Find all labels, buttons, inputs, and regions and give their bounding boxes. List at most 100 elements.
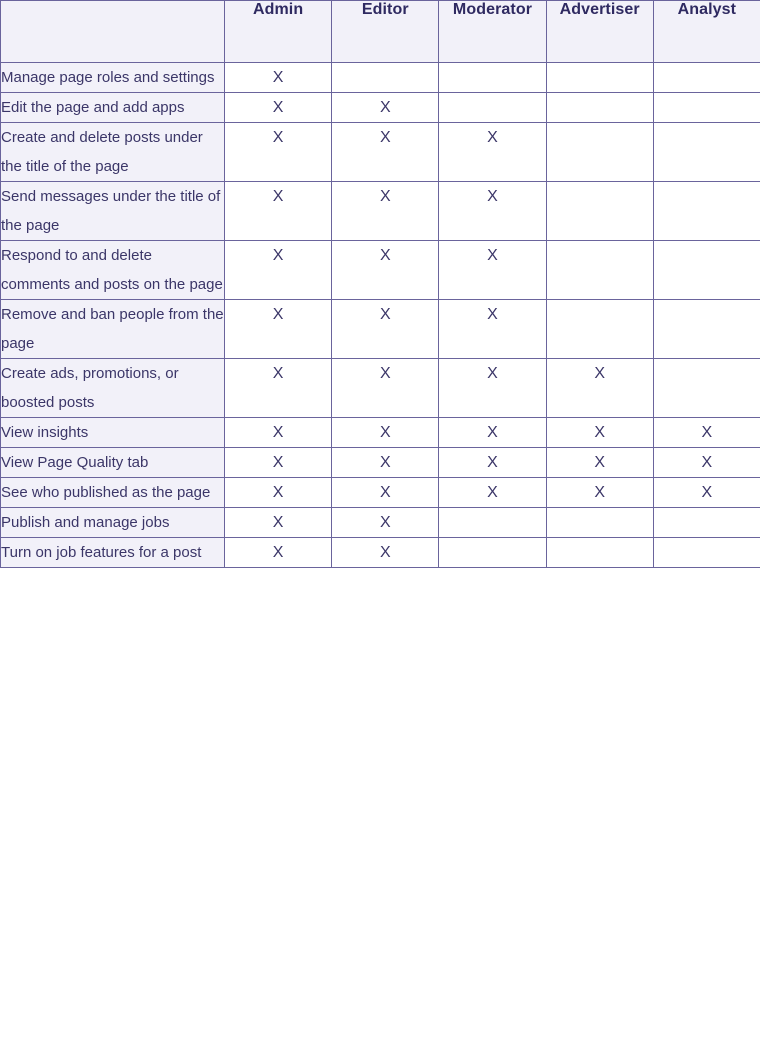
permission-cell-editor — [331, 62, 440, 93]
permission-cell-moderator: X — [438, 181, 547, 241]
permission-cell-admin: X — [223, 447, 333, 478]
permission-granted-mark: X — [487, 484, 498, 501]
task-label: Turn on job features for a post — [0, 537, 225, 568]
table-row: View Page Quality tab X X X X X — [0, 447, 760, 478]
permission-cell-admin: X — [223, 417, 333, 448]
permission-granted-mark: X — [379, 129, 391, 146]
permission-cell-moderator — [438, 62, 547, 93]
permission-cell-moderator — [438, 92, 547, 123]
permission-cell-moderator: X — [438, 299, 547, 359]
permission-granted-mark: X — [272, 544, 284, 561]
table-row: View insights X X X X X — [0, 417, 760, 448]
permission-cell-moderator: X — [438, 240, 547, 300]
permission-cell-moderator: X — [438, 358, 547, 418]
permission-granted-mark: X — [379, 514, 391, 531]
table-row: Turn on job features for a post X X — [0, 537, 760, 568]
permission-granted-mark: X — [487, 424, 498, 441]
permission-cell-analyst — [652, 122, 760, 182]
task-label: Send messages under the title of the pag… — [0, 181, 225, 241]
permission-granted-mark: X — [272, 454, 284, 471]
permission-cell-admin: X — [223, 181, 333, 241]
header-cell-moderator: Moderator — [438, 0, 547, 63]
permission-cell-analyst — [652, 507, 760, 538]
permission-cell-admin: X — [223, 62, 333, 93]
header-cell-task — [0, 0, 225, 63]
task-label: Manage page roles and settings — [0, 62, 225, 93]
permission-cell-advertiser: X — [545, 417, 654, 448]
permission-cell-analyst — [652, 240, 760, 300]
permission-cell-moderator — [438, 507, 547, 538]
permission-granted-mark: X — [701, 484, 713, 501]
task-label: Create and delete posts under the title … — [0, 122, 225, 182]
permission-cell-editor: X — [331, 122, 440, 182]
permission-granted-mark: X — [594, 484, 605, 501]
header-cell-admin: Admin — [223, 0, 333, 63]
permission-cell-advertiser: X — [545, 358, 654, 418]
table-row: See who published as the page X X X X X — [0, 477, 760, 508]
permission-granted-mark: X — [379, 424, 391, 441]
permission-granted-mark: X — [379, 544, 391, 561]
permission-cell-moderator: X — [438, 477, 547, 508]
permission-cell-editor: X — [331, 299, 440, 359]
permission-granted-mark: X — [379, 247, 391, 264]
permission-cell-advertiser — [545, 62, 654, 93]
table-header: Admin Editor Moderator Advertiser Analys… — [0, 0, 760, 63]
permission-granted-mark: X — [272, 69, 284, 86]
permission-cell-admin: X — [223, 358, 333, 418]
permission-granted-mark: X — [379, 99, 391, 116]
permission-cell-analyst — [652, 358, 760, 418]
table-row: Edit the page and add apps X X — [0, 92, 760, 123]
permission-granted-mark: X — [379, 454, 391, 471]
permission-cell-analyst — [652, 92, 760, 123]
permission-cell-admin: X — [223, 507, 333, 538]
permission-cell-analyst — [652, 181, 760, 241]
permission-cell-moderator: X — [438, 447, 547, 478]
task-label: View Page Quality tab — [0, 447, 225, 478]
permission-cell-editor: X — [331, 92, 440, 123]
permission-cell-editor: X — [331, 358, 440, 418]
permission-cell-editor: X — [331, 181, 440, 241]
task-label: View insights — [0, 417, 225, 448]
permission-granted-mark: X — [594, 454, 605, 471]
permission-granted-mark: X — [272, 365, 284, 382]
permission-granted-mark: X — [272, 188, 284, 205]
permission-cell-moderator: X — [438, 122, 547, 182]
table-row: Publish and manage jobs X X — [0, 507, 760, 538]
permission-cell-advertiser — [545, 181, 654, 241]
header-cell-editor: Editor — [331, 0, 440, 63]
permission-granted-mark: X — [701, 424, 713, 441]
page-roles-permissions-table: Admin Editor Moderator Advertiser Analys… — [0, 0, 760, 568]
permission-granted-mark: X — [379, 484, 391, 501]
task-label: Create ads, promotions, or boosted posts — [0, 358, 225, 418]
permission-cell-advertiser — [545, 507, 654, 538]
permission-cell-advertiser: X — [545, 447, 654, 478]
permission-cell-admin: X — [223, 299, 333, 359]
task-label: Remove and ban people from the page — [0, 299, 225, 359]
permission-granted-mark: X — [272, 424, 284, 441]
table-row: Respond to and delete comments and posts… — [0, 240, 760, 300]
permission-cell-editor: X — [331, 537, 440, 568]
permission-cell-admin: X — [223, 92, 333, 123]
permission-granted-mark: X — [272, 247, 284, 264]
permission-cell-analyst: X — [652, 417, 760, 448]
permission-granted-mark: X — [272, 306, 284, 323]
permission-cell-editor: X — [331, 417, 440, 448]
permission-cell-editor: X — [331, 240, 440, 300]
permission-cell-analyst — [652, 299, 760, 359]
permission-granted-mark: X — [487, 306, 498, 323]
permission-cell-analyst: X — [652, 477, 760, 508]
task-label: See who published as the page — [0, 477, 225, 508]
permission-cell-editor: X — [331, 447, 440, 478]
permission-granted-mark: X — [272, 99, 284, 116]
permission-cell-analyst — [652, 537, 760, 568]
permission-cell-moderator: X — [438, 417, 547, 448]
permission-granted-mark: X — [701, 454, 713, 471]
permission-cell-admin: X — [223, 477, 333, 508]
permission-cell-moderator — [438, 537, 547, 568]
task-label: Respond to and delete comments and posts… — [0, 240, 225, 300]
permission-granted-mark: X — [379, 188, 391, 205]
table-row: Create and delete posts under the title … — [0, 122, 760, 182]
table-row: Remove and ban people from the page X X X — [0, 299, 760, 359]
permission-granted-mark: X — [379, 306, 391, 323]
permission-cell-analyst — [652, 62, 760, 93]
